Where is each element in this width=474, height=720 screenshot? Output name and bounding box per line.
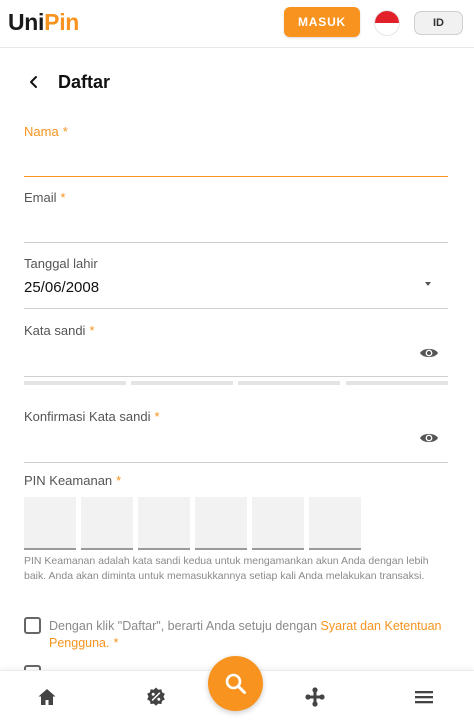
search-icon (225, 673, 246, 694)
app-header: UniPin MASUK ID (0, 0, 474, 48)
eye-icon[interactable] (419, 431, 439, 445)
name-input[interactable] (24, 148, 448, 174)
email-input[interactable] (24, 214, 448, 240)
password-strength-bar-2 (131, 381, 233, 385)
pin-digit-input[interactable] (138, 497, 190, 550)
eye-icon[interactable] (419, 346, 439, 360)
terms-text: Dengan klik "Daftar", berarti Anda setuj… (49, 619, 442, 650)
email-underline (24, 242, 448, 243)
pin-digit-input[interactable] (195, 497, 247, 550)
email-label: Email * (24, 190, 66, 205)
page-title: Daftar (58, 72, 111, 92)
pin-digit-input[interactable] (24, 497, 76, 550)
birth-date-label: Tanggal lahir (24, 256, 98, 271)
security-pin-helper-text: PIN Keamanan adalah kata sandi kedua unt… (24, 555, 429, 582)
indonesia-flag-icon[interactable] (375, 11, 399, 35)
password-label: Kata sandi * (24, 323, 95, 338)
unipin-logo[interactable]: UniPin (8, 9, 79, 36)
name-label: Nama * (24, 124, 68, 139)
logo-text-pin: Pin (44, 9, 80, 35)
gamepad-icon[interactable] (304, 686, 326, 708)
security-pin-label: PIN Keamanan * (24, 473, 122, 488)
password-confirm-input[interactable] (24, 430, 404, 456)
name-underline (24, 176, 448, 177)
password-confirm-underline (24, 462, 448, 463)
caret-down-icon[interactable] (425, 282, 431, 286)
language-button[interactable]: ID (414, 11, 463, 35)
birth-date-select[interactable]: 25/06/2008 (24, 279, 99, 296)
password-underline (24, 376, 448, 377)
search-button[interactable] (208, 656, 263, 711)
home-icon[interactable] (36, 686, 58, 708)
password-strength-bar-1 (24, 381, 126, 385)
logo-text-uni: Uni (8, 9, 45, 35)
pin-digit-input[interactable] (81, 497, 133, 550)
password-confirm-label: Konfirmasi Kata sandi * (24, 409, 160, 424)
promo-badge-icon[interactable] (145, 686, 167, 708)
pin-digit-input[interactable] (309, 497, 361, 550)
pin-digit-input[interactable] (252, 497, 304, 550)
menu-icon[interactable] (413, 686, 435, 708)
login-button[interactable]: MASUK (284, 7, 360, 37)
chevron-left-icon[interactable] (26, 74, 42, 90)
password-strength-bar-4 (346, 381, 448, 385)
password-strength-bar-3 (238, 381, 340, 385)
birth-date-underline (24, 308, 448, 309)
password-input[interactable] (24, 345, 404, 371)
terms-checkbox[interactable] (24, 617, 41, 634)
